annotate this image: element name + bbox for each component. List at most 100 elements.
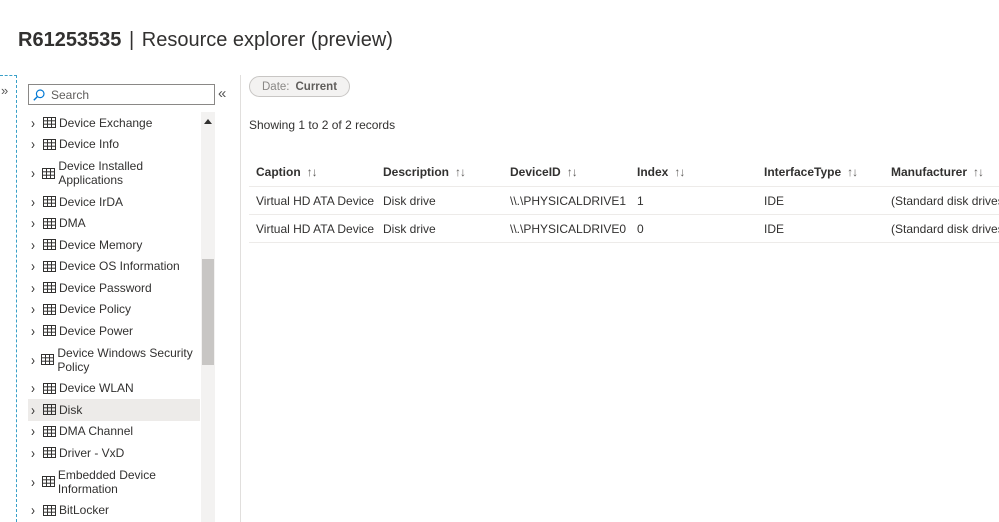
tree-item[interactable]: › Device Policy bbox=[28, 299, 200, 321]
column-header-label: Manufacturer bbox=[891, 164, 968, 179]
table-icon bbox=[43, 260, 56, 272]
scroll-up-arrow-icon[interactable] bbox=[204, 119, 212, 124]
sort-icon[interactable]: ↑↓ bbox=[973, 165, 984, 179]
chevron-right-icon[interactable]: › bbox=[31, 444, 41, 461]
chevron-right-icon[interactable]: › bbox=[31, 165, 40, 182]
date-filter-label: Date: bbox=[262, 80, 290, 93]
column-header[interactable]: DeviceID ↑↓ bbox=[503, 165, 630, 179]
tree-item[interactable]: › Device IrDA bbox=[28, 191, 200, 213]
table-icon bbox=[43, 282, 56, 294]
table-row[interactable]: Virtual HD ATA Device Disk drive \\.\PHYSI… bbox=[249, 187, 999, 215]
table-icon bbox=[43, 217, 56, 229]
search-input[interactable] bbox=[51, 87, 211, 102]
chevron-right-icon[interactable]: › bbox=[31, 423, 41, 440]
column-header[interactable]: Caption ↑↓ bbox=[249, 165, 376, 179]
tree-item-label: Device IrDA bbox=[59, 194, 124, 209]
tree-item-label: DMA bbox=[59, 216, 86, 231]
search-box[interactable] bbox=[28, 84, 215, 105]
title-separator: | bbox=[129, 29, 135, 51]
tree-item[interactable]: › Device Exchange bbox=[28, 112, 200, 134]
tree-item[interactable]: › Device Power bbox=[28, 320, 200, 342]
chevron-right-icon[interactable]: › bbox=[31, 258, 41, 275]
chevron-right-icon[interactable]: › bbox=[31, 114, 41, 131]
chevron-right-icon[interactable]: › bbox=[31, 351, 39, 368]
tree-item-label: Device Info bbox=[59, 137, 120, 152]
class-tree-panel: « › Device Exchange › Device Info › Device In… bbox=[28, 84, 233, 522]
table-icon bbox=[43, 138, 56, 150]
sort-icon[interactable]: ↑↓ bbox=[847, 165, 858, 179]
table-row[interactable]: Virtual HD ATA Device Disk drive \\.\PHYSI… bbox=[249, 215, 999, 243]
date-filter-pill[interactable]: Date: Current bbox=[249, 76, 351, 97]
chevron-right-icon[interactable]: › bbox=[31, 473, 40, 490]
table-icon bbox=[43, 117, 56, 129]
table-cell: 1 bbox=[637, 193, 644, 208]
tree-item[interactable]: › Disk bbox=[28, 399, 200, 421]
tree-item[interactable]: › Device OS Information bbox=[28, 256, 200, 278]
chevron-right-icon[interactable]: › bbox=[31, 279, 41, 296]
tree-item[interactable]: › BitLocker bbox=[28, 500, 200, 522]
tree-item-label: Device OS Information bbox=[59, 259, 180, 274]
sort-icon[interactable]: ↑↓ bbox=[674, 165, 685, 179]
chevron-right-icon[interactable]: › bbox=[31, 215, 41, 232]
tree-item[interactable]: › Device WLAN bbox=[28, 378, 200, 400]
column-header-label: DeviceID bbox=[510, 164, 561, 179]
table-icon bbox=[43, 382, 56, 394]
search-icon bbox=[33, 88, 45, 101]
tree-item[interactable]: › Device Installed Applications bbox=[28, 155, 200, 191]
tree-item[interactable]: › DMA bbox=[28, 213, 200, 235]
tree-item-label: Device Password bbox=[59, 280, 152, 295]
sort-icon[interactable]: ↑↓ bbox=[567, 165, 578, 179]
table-cell: Virtual HD ATA Device bbox=[256, 221, 375, 236]
tree-item[interactable]: › DMA Channel bbox=[28, 421, 200, 443]
chevron-right-icon[interactable]: › bbox=[31, 136, 41, 153]
table-icon bbox=[43, 504, 56, 516]
tree-item-label: Device Power bbox=[59, 323, 134, 338]
column-header-label: Index bbox=[637, 164, 669, 179]
tree-item[interactable]: › Driver - VxD bbox=[28, 442, 200, 464]
tree-item-label: Driver - VxD bbox=[59, 445, 125, 460]
tree-item[interactable]: › Device Memory bbox=[28, 234, 200, 256]
sort-icon[interactable]: ↑↓ bbox=[455, 165, 466, 179]
table-cell: (Standard disk drives) bbox=[891, 221, 999, 236]
chevron-right-icon[interactable]: › bbox=[31, 301, 41, 318]
tree-item-label: Device Exchange bbox=[59, 115, 153, 130]
panel-divider bbox=[240, 75, 241, 522]
chevron-right-icon[interactable]: › bbox=[31, 380, 41, 397]
column-header[interactable]: Description ↑↓ bbox=[376, 165, 503, 179]
table-icon bbox=[43, 404, 56, 416]
class-tree-list: › Device Exchange › Device Info › Device Inst… bbox=[28, 112, 200, 522]
table-icon bbox=[43, 239, 56, 251]
table-cell: 0 bbox=[637, 221, 644, 236]
table-icon bbox=[43, 303, 56, 315]
column-header[interactable]: Manufacturer ↑↓ bbox=[884, 165, 999, 179]
tree-item-label: Disk bbox=[59, 402, 83, 417]
chevron-right-icon[interactable]: › bbox=[31, 401, 41, 418]
column-header[interactable]: Index ↑↓ bbox=[630, 165, 757, 179]
tree-item[interactable]: › Device Password bbox=[28, 277, 200, 299]
collapse-panel-icon[interactable]: « bbox=[218, 85, 226, 102]
tree-scrollbar[interactable] bbox=[201, 112, 215, 522]
tree-item-label: Embedded Device Information bbox=[57, 467, 156, 496]
chevron-right-icon[interactable]: › bbox=[31, 236, 41, 253]
tree-item-label: Device Windows Security Policy bbox=[57, 345, 193, 374]
tree-item[interactable]: › Embedded Device Information bbox=[28, 464, 200, 500]
chevron-right-icon[interactable]: › bbox=[31, 322, 41, 339]
sort-icon[interactable]: ↑↓ bbox=[307, 165, 318, 179]
table-icon bbox=[43, 325, 56, 337]
table-icon bbox=[41, 354, 55, 365]
table-icon bbox=[43, 196, 56, 208]
records-table: Caption ↑↓ Description ↑↓ DeviceID ↑↓ Index ↑↓ I… bbox=[249, 157, 999, 243]
tree-item[interactable]: › Device Info bbox=[28, 134, 200, 156]
column-header[interactable]: InterfaceType ↑↓ bbox=[757, 165, 884, 179]
page-title: R61253535 | Resource explorer (preview) bbox=[18, 29, 393, 52]
chevron-right-icon[interactable]: › bbox=[31, 502, 41, 519]
tree-item-label: BitLocker bbox=[59, 503, 110, 518]
collapsed-nav-rail bbox=[0, 75, 17, 522]
chevron-right-icon[interactable]: › bbox=[31, 193, 41, 210]
table-cell: IDE bbox=[764, 221, 785, 236]
expand-nav-icon[interactable]: » bbox=[1, 83, 8, 98]
scroll-thumb[interactable] bbox=[202, 259, 214, 365]
tree-item[interactable]: › Device Windows Security Policy bbox=[28, 342, 200, 378]
page-title-text: Resource explorer (preview) bbox=[141, 29, 393, 51]
table-cell: Disk drive bbox=[383, 221, 436, 236]
